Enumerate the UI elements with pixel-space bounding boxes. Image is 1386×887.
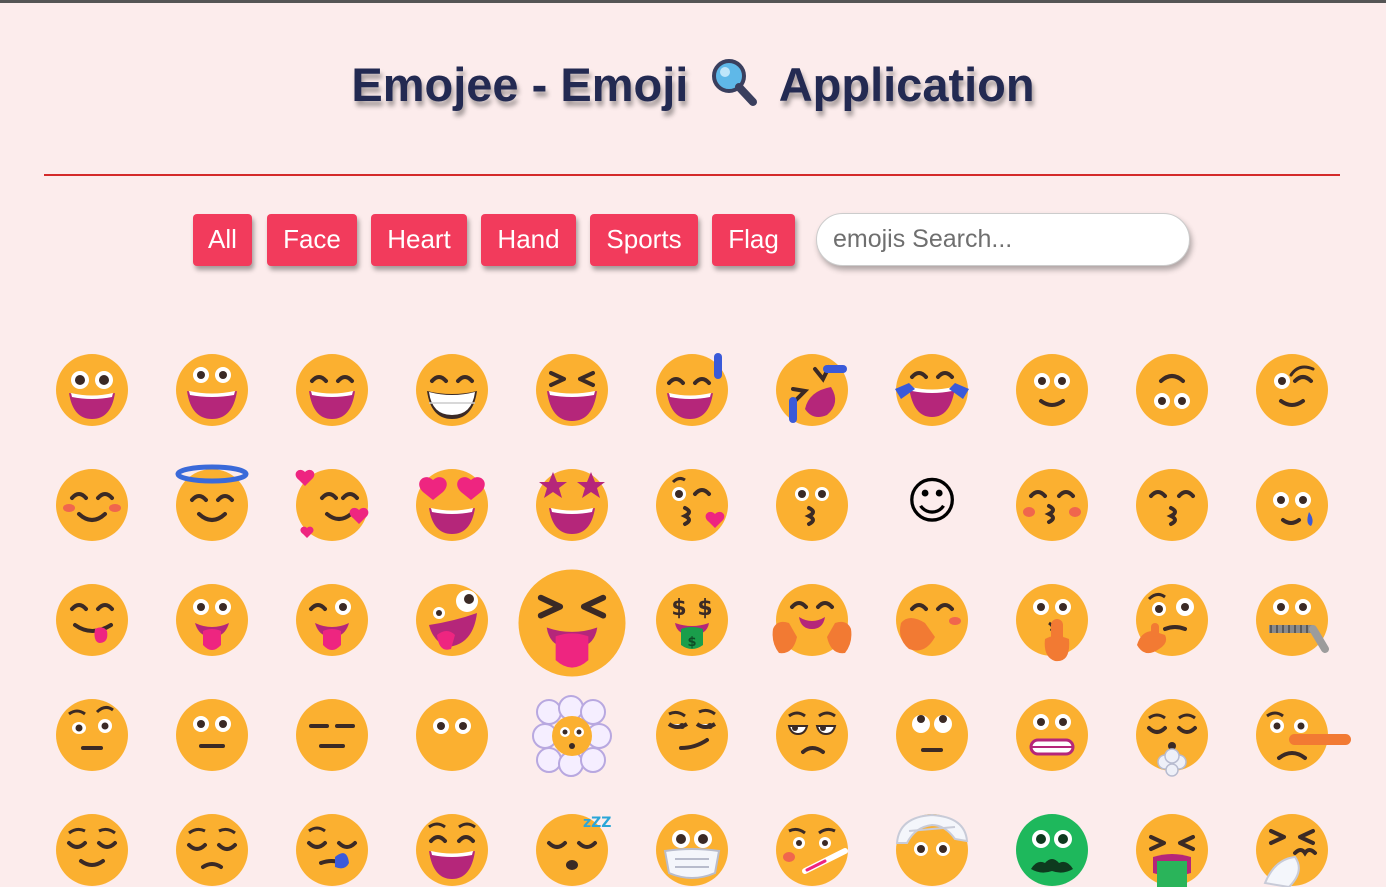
filter-button-hand[interactable]: Hand xyxy=(481,214,576,266)
kissing-face-emoji[interactable] xyxy=(775,468,849,542)
smiling-face-with-smiling-eyes-emoji[interactable] xyxy=(55,468,129,542)
sneezing-face-emoji[interactable] xyxy=(1255,813,1329,887)
winking-face-with-tongue-emoji[interactable] xyxy=(295,583,369,657)
squinting-face-with-tongue-emoji[interactable] xyxy=(517,568,627,678)
smiling-face-emoji[interactable]: ☺ xyxy=(895,464,969,538)
face-without-mouth-emoji[interactable] xyxy=(415,698,489,772)
grimacing-face-emoji[interactable] xyxy=(1015,698,1089,772)
smiling-face-with-heart-eyes-emoji[interactable] xyxy=(415,468,489,542)
relieved-face-emoji[interactable] xyxy=(55,813,129,887)
filter-button-face[interactable]: Face xyxy=(267,214,357,266)
face-exhaling-emoji[interactable] xyxy=(1135,698,1209,777)
face-in-clouds-emoji[interactable] xyxy=(532,695,612,777)
drooling-face-emoji[interactable] xyxy=(415,813,489,887)
hugging-face-emoji[interactable] xyxy=(772,583,852,657)
unamused-face-emoji[interactable] xyxy=(775,698,849,772)
zipper-mouth-face-emoji[interactable] xyxy=(1255,583,1329,657)
face-vomiting-emoji[interactable] xyxy=(1135,813,1209,887)
filter-button-flag[interactable]: Flag xyxy=(712,214,795,266)
grinning-squinting-face-emoji[interactable] xyxy=(535,353,609,427)
face-with-tears-of-joy-emoji[interactable] xyxy=(895,353,969,427)
smiling-face-with-hearts-emoji[interactable] xyxy=(295,468,369,542)
grinning-face-with-smiling-eyes-emoji[interactable] xyxy=(295,353,369,427)
face-blowing-a-kiss-emoji[interactable] xyxy=(655,468,729,542)
filter-button-heart[interactable]: Heart xyxy=(371,214,467,266)
svg-text:zZZ: zZZ xyxy=(583,815,611,831)
face-with-hand-over-mouth-emoji[interactable] xyxy=(895,583,969,657)
rolling-on-the-floor-laughing-emoji[interactable] xyxy=(775,353,849,427)
filter-button-all[interactable]: All xyxy=(193,214,252,266)
title-text-right: Application xyxy=(778,57,1035,111)
svg-text:$: $ xyxy=(697,596,712,621)
upside-down-face-emoji[interactable] xyxy=(1135,353,1209,427)
face-with-raised-eyebrow-emoji[interactable] xyxy=(55,698,129,772)
star-struck-emoji[interactable] xyxy=(535,468,609,542)
money-mouth-face-emoji[interactable]: $ $ $ xyxy=(655,583,729,657)
pensive-face-emoji[interactable] xyxy=(175,813,249,887)
divider xyxy=(44,174,1340,176)
lying-face-emoji[interactable] xyxy=(1255,698,1351,772)
face-with-thermometer-emoji[interactable] xyxy=(775,813,849,887)
zany-face-emoji[interactable] xyxy=(415,583,489,657)
kissing-face-with-closed-eyes-emoji[interactable] xyxy=(1015,468,1089,542)
nauseated-face-emoji[interactable] xyxy=(1015,813,1089,887)
smiling-face-with-tear-emoji[interactable] xyxy=(1255,468,1329,542)
filter-button-sports[interactable]: Sports xyxy=(590,214,698,266)
neutral-face-emoji[interactable] xyxy=(175,698,249,772)
face-savoring-food-emoji[interactable] xyxy=(55,583,129,657)
page-title: Emojee - Emoji Application xyxy=(0,56,1386,121)
magnifying-glass-icon xyxy=(707,56,761,121)
smirking-face-emoji[interactable] xyxy=(655,698,729,772)
title-text-left: Emojee - Emoji xyxy=(351,57,689,111)
grinning-face-emoji[interactable] xyxy=(55,353,129,427)
sleeping-face-emoji[interactable]: zZZ xyxy=(535,813,611,887)
svg-text:$: $ xyxy=(687,635,696,650)
shushing-face-emoji[interactable] xyxy=(1015,583,1089,662)
slightly-smiling-face-emoji[interactable] xyxy=(1015,353,1089,427)
face-with-tongue-emoji[interactable] xyxy=(175,583,249,657)
sleepy-face-emoji[interactable] xyxy=(295,813,369,887)
svg-text:$: $ xyxy=(671,596,686,621)
kissing-face-with-smiling-eyes-emoji[interactable] xyxy=(1135,468,1209,542)
search-input[interactable] xyxy=(816,213,1190,266)
smiling-face-with-halo-emoji[interactable] xyxy=(175,464,249,542)
top-border xyxy=(0,0,1386,3)
face-with-rolling-eyes-emoji[interactable] xyxy=(895,698,969,772)
beaming-face-emoji[interactable] xyxy=(415,353,489,427)
winking-face-emoji[interactable] xyxy=(1255,353,1329,427)
face-with-medical-mask-emoji[interactable] xyxy=(655,813,729,887)
thinking-face-emoji[interactable] xyxy=(1135,583,1209,657)
grinning-face-with-sweat-emoji[interactable] xyxy=(655,353,729,427)
face-with-head-bandage-emoji[interactable] xyxy=(895,813,969,887)
expressionless-face-emoji[interactable] xyxy=(295,698,369,772)
grinning-face-with-big-eyes-emoji[interactable] xyxy=(175,353,249,427)
